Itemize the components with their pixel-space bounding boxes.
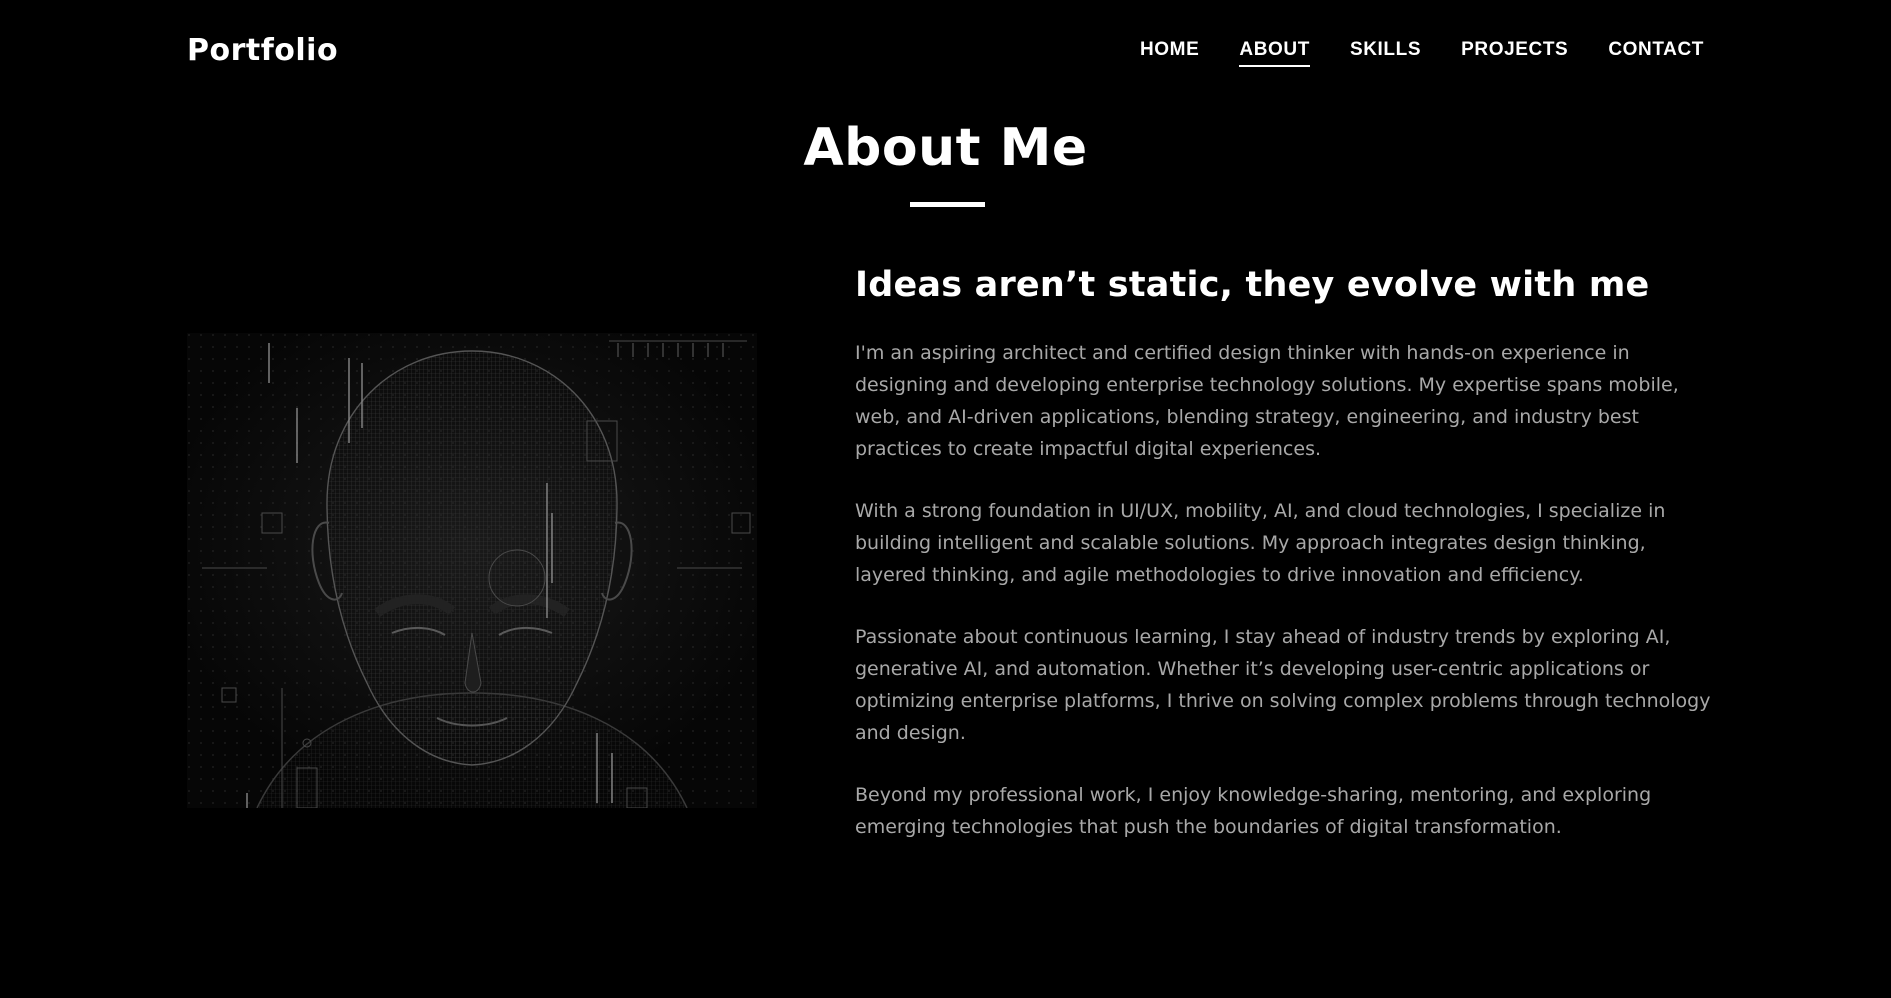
nav-about[interactable]: ABOUT <box>1239 39 1310 67</box>
nav-projects[interactable]: PROJECTS <box>1461 39 1568 67</box>
main-menu: HOME ABOUT SKILLS PROJECTS CONTACT <box>1140 33 1704 67</box>
site-logo[interactable]: Portfolio <box>187 33 338 68</box>
title-underline <box>910 202 985 207</box>
nav-contact[interactable]: CONTACT <box>1608 39 1704 67</box>
about-page: Portfolio HOME ABOUT SKILLS PROJECTS CON… <box>0 0 1891 998</box>
digital-head-image <box>187 333 757 808</box>
about-paragraph-3: Passionate about continuous learning, I … <box>855 626 1711 744</box>
top-navbar: Portfolio HOME ABOUT SKILLS PROJECTS CON… <box>0 0 1891 100</box>
about-paragraph-4: Beyond my professional work, I enjoy kno… <box>855 784 1652 838</box>
about-content: Ideas aren’t static, they evolve with me… <box>855 265 1711 873</box>
about-paragraph-2: With a strong foundation in UI/UX, mobil… <box>855 500 1666 586</box>
nav-skills[interactable]: SKILLS <box>1350 39 1421 67</box>
about-paragraph-1: I'm an aspiring architect and certified … <box>855 342 1679 460</box>
section-title: About Me <box>803 118 1088 178</box>
about-heading: Ideas aren’t static, they evolve with me <box>855 265 1650 305</box>
nav-home[interactable]: HOME <box>1140 39 1199 67</box>
